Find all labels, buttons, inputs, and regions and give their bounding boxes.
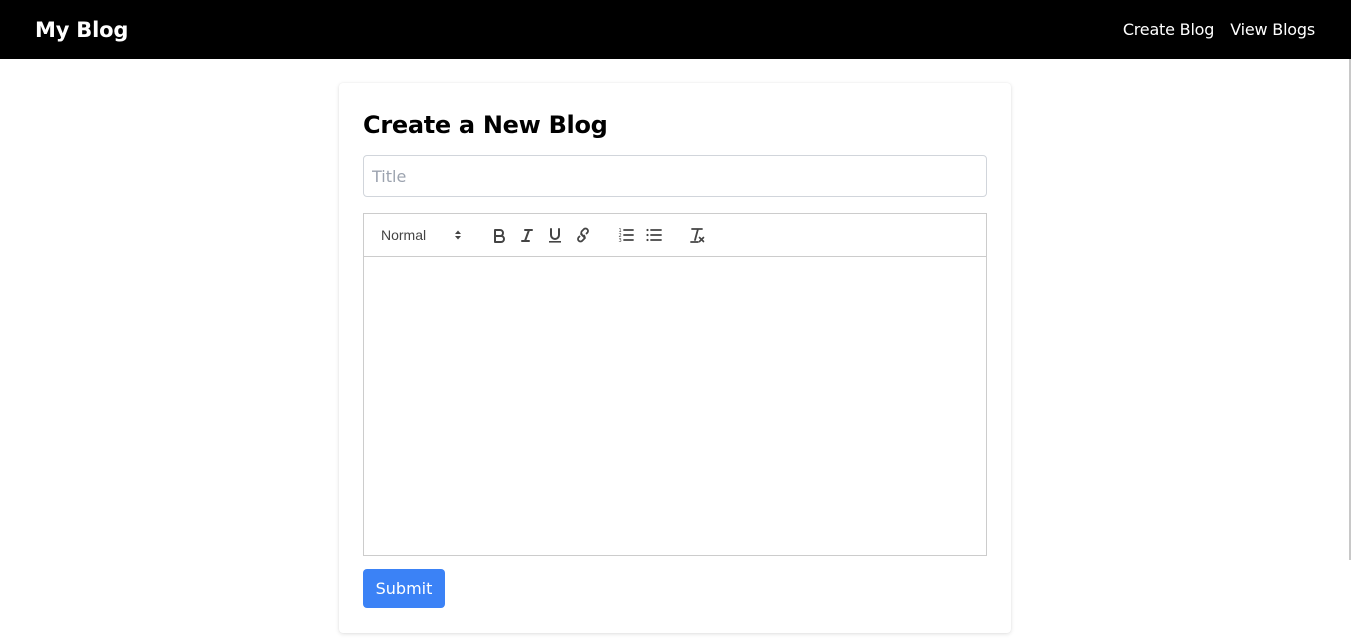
- page-title: Create a New Blog: [363, 111, 608, 139]
- bold-button[interactable]: [485, 223, 513, 247]
- clear-format-icon: [690, 228, 705, 243]
- nav-link-create-blog[interactable]: Create Blog: [1123, 20, 1215, 39]
- underline-button[interactable]: [541, 223, 569, 247]
- clean-group: [683, 223, 711, 247]
- link-button[interactable]: [569, 223, 597, 247]
- italic-button[interactable]: [513, 223, 541, 247]
- bold-icon: [494, 229, 505, 243]
- submit-button[interactable]: Submit: [363, 569, 445, 608]
- updown-arrows-icon: [454, 229, 462, 241]
- editor-content-area[interactable]: [364, 257, 986, 555]
- italic-icon: [521, 229, 533, 242]
- rich-text-editor: Normal 1 2 3: [363, 213, 987, 556]
- svg-text:3: 3: [619, 238, 622, 244]
- ordered-list-icon: 123: [619, 228, 634, 244]
- navbar: My Blog Create Blog View Blogs: [0, 0, 1351, 59]
- title-input[interactable]: [363, 155, 987, 197]
- heading-picker-label: Normal: [381, 227, 427, 243]
- clear-format-button[interactable]: [683, 223, 711, 247]
- bullet-list-button[interactable]: [640, 223, 668, 247]
- list-group: 123: [612, 223, 668, 247]
- nav-link-view-blogs[interactable]: View Blogs: [1230, 20, 1315, 39]
- create-blog-card: Create a New Blog Normal: [339, 83, 1011, 633]
- brand-logo[interactable]: My Blog: [35, 18, 128, 42]
- heading-picker[interactable]: Normal: [372, 223, 470, 247]
- underline-icon: [549, 228, 561, 243]
- editor-toolbar: Normal 1 2 3: [364, 214, 986, 257]
- nav-links: Create Blog View Blogs: [1123, 20, 1315, 39]
- link-icon: [577, 227, 589, 243]
- bullet-list-icon: [646, 228, 662, 242]
- ordered-list-button[interactable]: 123: [612, 223, 640, 247]
- format-group: [485, 223, 597, 247]
